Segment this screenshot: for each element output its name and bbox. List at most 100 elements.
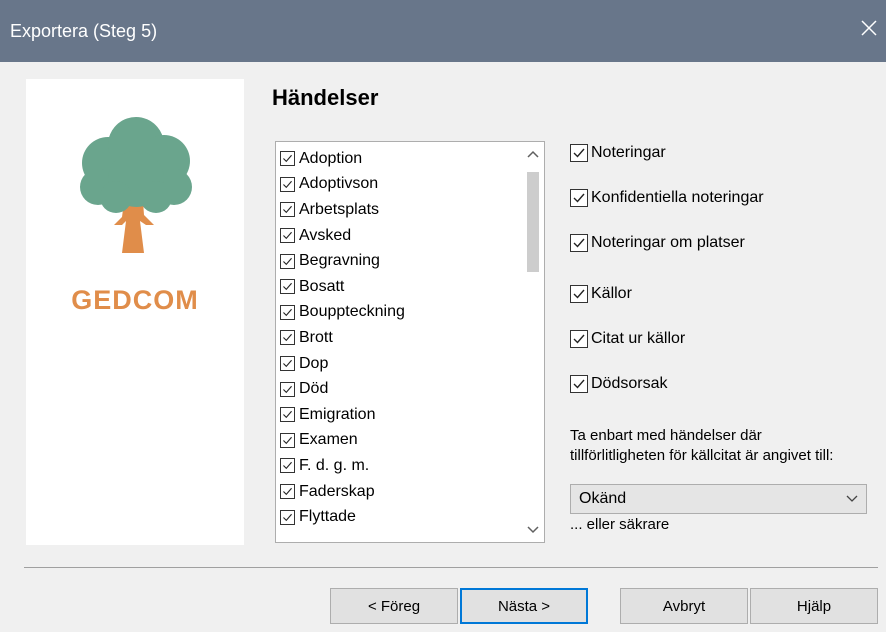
event-label: Död bbox=[299, 380, 329, 398]
event-label: Faderskap bbox=[299, 482, 375, 500]
option-checkbox[interactable] bbox=[570, 375, 588, 393]
checkmark-icon bbox=[283, 385, 292, 393]
checkmark-icon bbox=[573, 289, 585, 299]
event-checkbox[interactable] bbox=[280, 176, 295, 192]
scroll-up-icon[interactable] bbox=[522, 144, 544, 164]
option-label: Konfidentiella noteringar bbox=[591, 189, 764, 206]
separator bbox=[24, 567, 878, 568]
back-button[interactable]: < Föreg bbox=[330, 588, 458, 624]
event-label: Emigration bbox=[299, 405, 376, 423]
event-label: Adoptivson bbox=[299, 175, 379, 193]
checkmark-icon bbox=[283, 206, 292, 214]
event-checkbox[interactable] bbox=[280, 356, 295, 372]
event-checkbox[interactable] bbox=[280, 381, 295, 397]
checkmark-icon bbox=[573, 379, 585, 389]
checkmark-icon bbox=[283, 487, 292, 496]
reliability-label-line2: tillförlitligheten för källcitat är angi… bbox=[570, 447, 834, 464]
reliability-label-line1: Ta enbart med händelser där bbox=[570, 427, 762, 444]
event-item[interactable]: Adoption bbox=[280, 146, 520, 172]
event-label: Brott bbox=[299, 328, 333, 346]
option-checkbox-row[interactable]: Citat ur källor bbox=[570, 330, 685, 348]
checkmark-icon bbox=[283, 359, 292, 368]
event-checkbox[interactable] bbox=[280, 304, 295, 320]
checkmark-icon bbox=[283, 231, 292, 240]
event-item[interactable]: Död bbox=[280, 376, 520, 402]
checkmark-icon bbox=[573, 334, 585, 344]
events-listbox[interactable]: Adoption Adoptivson Arbetsplats Avsked Begra… bbox=[275, 141, 545, 543]
option-label: Dödsorsak bbox=[591, 375, 668, 392]
event-label: Bouppteckning bbox=[299, 303, 405, 321]
option-checkbox-row[interactable]: Noteringar om platser bbox=[570, 234, 745, 252]
option-label: Källor bbox=[591, 285, 632, 302]
event-checkbox[interactable] bbox=[280, 228, 295, 244]
event-item[interactable]: Arbetsplats bbox=[280, 197, 520, 223]
listbox-scrollbar[interactable] bbox=[522, 142, 544, 542]
option-label: Noteringar bbox=[591, 144, 666, 161]
event-label: Begravning bbox=[299, 252, 380, 270]
checkmark-icon bbox=[573, 193, 585, 203]
events-list: Adoption Adoptivson Arbetsplats Avsked Begra… bbox=[280, 146, 520, 530]
option-checkbox-row[interactable]: Dödsorsak bbox=[570, 375, 667, 393]
option-checkbox-row[interactable]: Konfidentiella noteringar bbox=[570, 189, 764, 207]
checkmark-icon bbox=[573, 148, 585, 158]
event-item[interactable]: Examen bbox=[280, 428, 520, 454]
checkmark-icon bbox=[283, 462, 292, 470]
scroll-down-icon[interactable] bbox=[522, 520, 544, 540]
event-item[interactable]: Bouppteckning bbox=[280, 300, 520, 326]
checkmark-icon bbox=[283, 257, 292, 265]
help-button[interactable]: Hjälp bbox=[750, 588, 878, 624]
event-item[interactable]: Avsked bbox=[280, 223, 520, 249]
event-label: Adoption bbox=[299, 149, 363, 167]
checkmark-icon bbox=[283, 436, 292, 445]
option-checkbox[interactable] bbox=[570, 285, 588, 303]
reliability-suffix: ... eller säkrare bbox=[570, 516, 670, 533]
event-label: Bosatt bbox=[299, 277, 345, 295]
event-label: Avsked bbox=[299, 226, 352, 244]
checkmark-icon bbox=[573, 238, 585, 248]
event-item[interactable]: Emigration bbox=[280, 402, 520, 428]
checkmark-icon bbox=[283, 180, 292, 189]
event-item[interactable]: Dop bbox=[280, 351, 520, 377]
option-checkbox[interactable] bbox=[570, 144, 588, 162]
window-title: Exportera (Steg 5) bbox=[10, 21, 158, 41]
event-item[interactable]: Bosatt bbox=[280, 274, 520, 300]
option-checkbox[interactable] bbox=[570, 330, 588, 348]
title-bar: Exportera (Steg 5) bbox=[0, 0, 886, 62]
gedcom-logo-text: GEDCOM bbox=[71, 285, 199, 315]
event-checkbox[interactable] bbox=[280, 202, 295, 218]
option-label: Noteringar om platser bbox=[591, 234, 745, 251]
event-checkbox[interactable] bbox=[280, 407, 295, 423]
option-label: Citat ur källor bbox=[591, 330, 686, 347]
event-item[interactable]: F. d. g. m. bbox=[280, 453, 520, 479]
checkmark-icon bbox=[283, 283, 292, 291]
checkmark-icon bbox=[283, 513, 292, 521]
reliability-selected-value: Okänd bbox=[579, 490, 627, 507]
event-checkbox[interactable] bbox=[280, 151, 295, 167]
event-item[interactable]: Begravning bbox=[280, 248, 520, 274]
gedcom-logo-panel: GEDCOM bbox=[26, 79, 244, 545]
event-checkbox[interactable] bbox=[280, 432, 295, 448]
option-checkbox-row[interactable]: Noteringar bbox=[570, 144, 666, 162]
event-checkbox[interactable] bbox=[280, 509, 295, 525]
event-checkbox[interactable] bbox=[280, 253, 295, 269]
option-checkbox-row[interactable]: Källor bbox=[570, 285, 632, 303]
checkmark-icon bbox=[283, 155, 292, 163]
close-icon[interactable] bbox=[858, 17, 880, 39]
event-item[interactable]: Adoptivson bbox=[280, 172, 520, 198]
event-label: Dop bbox=[299, 354, 329, 372]
cancel-button[interactable]: Avbryt bbox=[620, 588, 748, 624]
event-item[interactable]: Faderskap bbox=[280, 479, 520, 505]
event-item[interactable]: Flyttade bbox=[280, 504, 520, 530]
event-checkbox[interactable] bbox=[280, 330, 295, 346]
event-label: Flyttade bbox=[299, 508, 356, 526]
option-checkbox[interactable] bbox=[570, 189, 588, 207]
reliability-select[interactable]: Okänd bbox=[570, 484, 867, 514]
event-checkbox[interactable] bbox=[280, 484, 295, 500]
next-button[interactable]: Nästa > bbox=[460, 588, 588, 624]
event-checkbox[interactable] bbox=[280, 279, 295, 295]
event-item[interactable]: Brott bbox=[280, 325, 520, 351]
scroll-thumb[interactable] bbox=[527, 172, 539, 272]
tree-icon bbox=[80, 117, 192, 253]
event-checkbox[interactable] bbox=[280, 458, 295, 474]
option-checkbox[interactable] bbox=[570, 234, 588, 252]
